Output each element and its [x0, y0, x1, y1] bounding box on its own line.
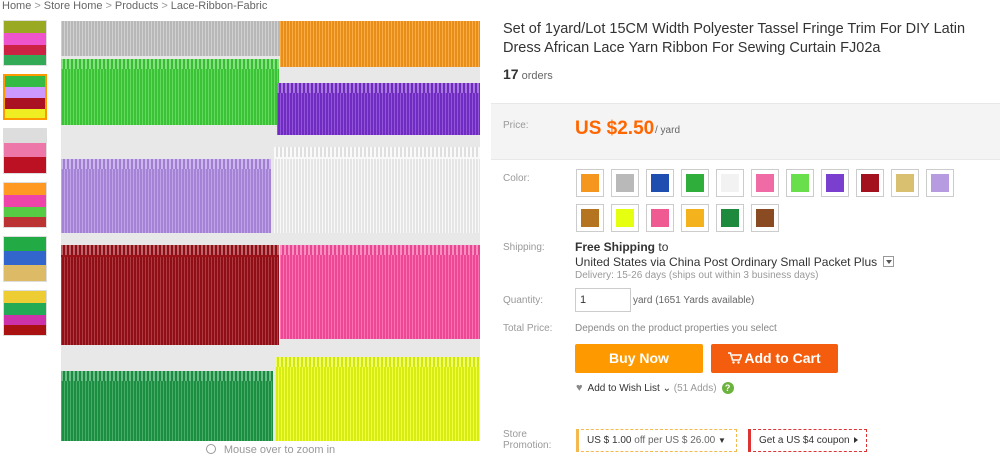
product-info: Set of 1yard/Lot 15CM Width Polyester Ta… [503, 20, 1000, 82]
color-swatch-4[interactable] [681, 169, 709, 197]
color-swatch-9[interactable] [856, 169, 884, 197]
color-swatch-fill [756, 174, 774, 192]
color-swatch-fill [581, 209, 599, 227]
chevron-down-icon[interactable] [883, 256, 895, 267]
free-shipping-text: Free Shipping [575, 240, 656, 254]
zoom-hint: Mouse over to zoom in [61, 441, 480, 457]
shipping-summary: Free Shipping to [575, 240, 668, 254]
breadcrumb: Home > Store Home > Products > Lace-Ribbon-Fab… [2, 0, 270, 12]
store-promotion-label-1: Store [503, 429, 527, 440]
color-swatch-fill [651, 174, 669, 192]
color-swatch-16[interactable] [716, 204, 744, 232]
color-swatch-fill [616, 209, 634, 227]
color-swatch-fill [686, 174, 704, 192]
quantity-label: Quantity: [503, 295, 544, 306]
color-swatch-fill [756, 209, 774, 227]
color-swatch-12[interactable] [576, 204, 604, 232]
orders-count: 17 orders [503, 66, 1000, 82]
color-swatch-10[interactable] [891, 169, 919, 197]
color-swatch-fill [791, 174, 809, 192]
color-swatch-fill [931, 174, 949, 192]
color-swatch-fill [721, 209, 739, 227]
store-discount-badge[interactable]: US $ 1.00 off per US $ 26.00 ▼ [576, 429, 737, 452]
color-label: Color: [503, 173, 530, 184]
color-swatch-3[interactable] [646, 169, 674, 197]
product-title-line-1: Set of 1yard/Lot 15CM Width Polyester Ta… [503, 21, 966, 37]
color-swatch-11[interactable] [926, 169, 954, 197]
add-to-cart-button[interactable]: Add to Cart [711, 344, 838, 373]
price-box: Price: US $2.50 / yard [491, 103, 1000, 160]
product-title-line-2: Dress African Lace Yarn Ribbon For Sewin… [503, 40, 881, 56]
breadcrumb-separator: > [105, 0, 112, 12]
price-value: US $2.50 [575, 118, 655, 139]
active-thumb-arrow-icon [46, 94, 47, 104]
wishlist-row: ♥ Add to Wish List ⌄ (51 Adds)? [576, 382, 734, 394]
shipping-label: Shipping: [503, 242, 545, 253]
color-swatch-fill [616, 174, 634, 192]
breadcrumb-store-home[interactable]: Store Home [44, 0, 103, 12]
delivery-time: Delivery: 15-26 days (ships out within 3… [575, 270, 819, 281]
get-coupon-label: Get a US $4 coupon [759, 435, 850, 446]
discount-condition: off per US $ 26.00 [634, 435, 716, 446]
thumbnail-6[interactable] [3, 290, 47, 336]
color-swatch-fill [581, 174, 599, 192]
get-coupon-button[interactable]: Get a US $4 coupon [748, 429, 867, 452]
color-swatch-6[interactable] [751, 169, 779, 197]
thumbnail-3[interactable] [3, 128, 47, 174]
cart-icon [728, 352, 744, 364]
breadcrumb-products[interactable]: Products [115, 0, 158, 12]
color-swatch-13[interactable] [611, 204, 639, 232]
add-to-wishlist-link[interactable]: Add to Wish List [588, 383, 660, 394]
orders-label: orders [521, 70, 553, 82]
wishlist-dropdown-icon[interactable]: ⌄ [663, 383, 671, 394]
color-swatch-fill [896, 174, 914, 192]
help-icon[interactable]: ? [721, 382, 734, 394]
shipping-method[interactable]: United States via China Post Ordinary Sm… [575, 255, 895, 269]
chevron-down-icon: ▼ [718, 436, 726, 445]
breadcrumb-home[interactable]: Home [2, 0, 31, 12]
product-main-image[interactable] [61, 21, 480, 441]
total-price-label: Total Price: [503, 323, 553, 334]
add-to-cart-label: Add to Cart [744, 350, 821, 366]
color-swatch-8[interactable] [821, 169, 849, 197]
color-swatch-fill [721, 174, 739, 192]
color-swatch-fill [686, 209, 704, 227]
buy-now-button[interactable]: Buy Now [575, 344, 703, 373]
color-swatch-fill [651, 209, 669, 227]
total-price-text: Depends on the product properties you se… [575, 323, 777, 334]
orders-number: 17 [503, 66, 519, 82]
thumbnail-strip [3, 20, 47, 344]
chevron-right-icon [853, 437, 858, 443]
thumbnail-4[interactable] [3, 182, 47, 228]
color-swatch-7[interactable] [786, 169, 814, 197]
quantity-available: yard (1651 Yards available) [633, 295, 755, 306]
breadcrumb-category[interactable]: Lace-Ribbon-Fabric [171, 0, 268, 12]
color-swatch-17[interactable] [751, 204, 779, 232]
buy-now-label: Buy Now [609, 350, 669, 366]
store-promotion-label-2: Promotion: [503, 440, 552, 451]
color-swatch-1[interactable] [576, 169, 604, 197]
color-swatch-14[interactable] [646, 204, 674, 232]
price-label: Price: [503, 120, 529, 131]
price-unit: / yard [655, 125, 681, 136]
breadcrumb-separator: > [34, 0, 41, 12]
color-swatch-fill [826, 174, 844, 192]
thumbnail-2[interactable] [3, 74, 47, 120]
quantity-input[interactable] [575, 288, 631, 312]
shipping-route: United States via China Post Ordinary Sm… [575, 255, 878, 269]
discount-amount: US $ 1.00 [587, 435, 632, 446]
zoom-hint-text: Mouse over to zoom in [223, 444, 336, 456]
thumbnail-5[interactable] [3, 236, 47, 282]
color-swatch-fill [861, 174, 879, 192]
shipping-to-text: to [658, 240, 669, 254]
magnifier-icon [205, 444, 216, 454]
thumbnail-1[interactable] [3, 20, 47, 66]
breadcrumb-separator: > [161, 0, 168, 12]
color-swatch-15[interactable] [681, 204, 709, 232]
color-swatch-2[interactable] [611, 169, 639, 197]
color-swatch-5[interactable] [716, 169, 744, 197]
heart-icon: ♥ [576, 382, 583, 394]
wishlist-count: (51 Adds) [673, 383, 717, 394]
